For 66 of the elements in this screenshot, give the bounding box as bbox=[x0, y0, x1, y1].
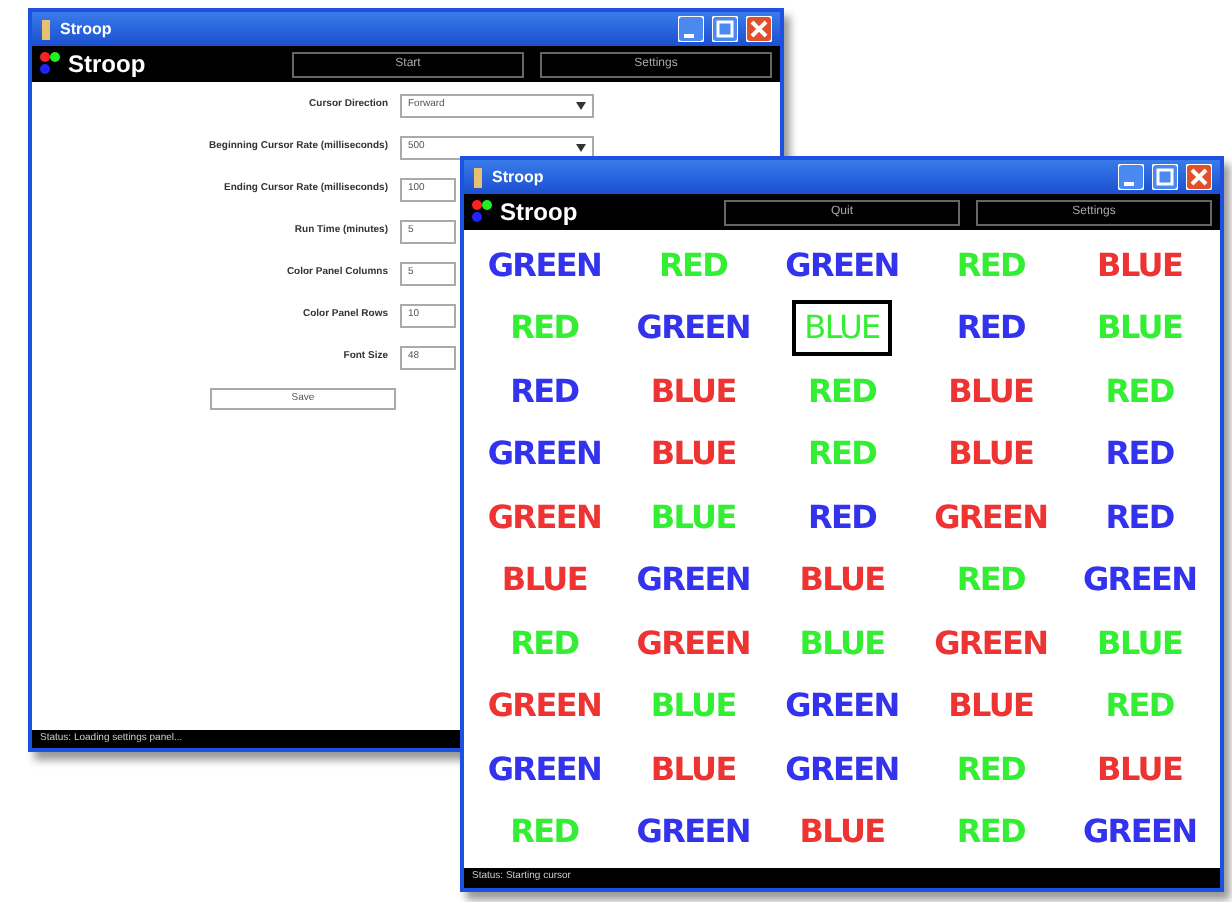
color-word: BLUE bbox=[1095, 747, 1185, 792]
logo-text: Stroop bbox=[500, 196, 578, 230]
color-word: RED bbox=[1103, 432, 1176, 477]
color-word: BLUE bbox=[797, 621, 887, 666]
color-word: RED bbox=[1103, 495, 1176, 540]
color-word: BLUE bbox=[648, 684, 738, 729]
color-word: RED bbox=[508, 369, 581, 414]
color-word: RED bbox=[508, 621, 581, 666]
color-word: RED bbox=[954, 306, 1027, 351]
color-word: GREEN bbox=[485, 747, 604, 792]
color-word: RED bbox=[954, 243, 1027, 288]
maximize-icon[interactable] bbox=[1152, 164, 1178, 190]
color-word: RED bbox=[805, 369, 879, 414]
color-word: BLUE bbox=[499, 558, 589, 603]
color-word: BLUE bbox=[648, 432, 738, 477]
color-word: RED bbox=[805, 495, 879, 540]
color-word: BLUE bbox=[797, 810, 887, 855]
color-word: GREEN bbox=[634, 558, 752, 603]
window-title: Stroop bbox=[492, 165, 546, 189]
app-icon bbox=[40, 19, 52, 39]
logo-text: Stroop bbox=[68, 48, 146, 82]
color-word: GREEN bbox=[783, 243, 901, 288]
close-icon[interactable] bbox=[746, 16, 772, 42]
maximize-icon[interactable] bbox=[712, 16, 738, 42]
color-word: RED bbox=[805, 432, 879, 477]
color-word: BLUE bbox=[648, 369, 738, 414]
color-word: GREEN bbox=[634, 306, 752, 351]
logo-icon bbox=[40, 52, 60, 76]
color-word: RED bbox=[954, 810, 1027, 855]
color-word: GREEN bbox=[634, 621, 752, 666]
app-icon bbox=[472, 167, 484, 187]
minimize-icon[interactable] bbox=[678, 16, 704, 42]
color-word: RED bbox=[954, 558, 1027, 603]
dropdown-arrow-icon bbox=[576, 144, 586, 152]
color-word: BLUE bbox=[946, 684, 1036, 729]
color-word: RED bbox=[954, 747, 1027, 792]
color-word: RED bbox=[508, 810, 581, 855]
dropdown-arrow-icon bbox=[576, 102, 586, 110]
color-word: GREEN bbox=[783, 747, 901, 792]
color-word: GREEN bbox=[932, 495, 1050, 540]
logo-icon bbox=[472, 200, 492, 224]
color-word: BLUE bbox=[1095, 621, 1185, 666]
color-word: RED bbox=[508, 306, 581, 351]
minimize-icon[interactable] bbox=[1118, 164, 1144, 190]
color-word: GREEN bbox=[485, 495, 604, 540]
color-word: BLUE bbox=[1095, 306, 1185, 351]
color-word: RED bbox=[1103, 369, 1176, 414]
color-word: BLUE bbox=[946, 432, 1036, 477]
color-word: GREEN bbox=[485, 432, 604, 477]
close-icon[interactable] bbox=[1186, 164, 1212, 190]
color-word: BLUE bbox=[648, 495, 738, 540]
color-word: GREEN bbox=[634, 810, 752, 855]
color-word: BLUE bbox=[648, 747, 738, 792]
color-word: GREEN bbox=[1080, 558, 1199, 603]
color-word: RED bbox=[1103, 684, 1176, 729]
color-word: GREEN bbox=[1080, 810, 1199, 855]
color-word: BLUE bbox=[792, 300, 892, 357]
color-word: GREEN bbox=[485, 243, 604, 288]
color-word: GREEN bbox=[783, 684, 901, 729]
color-word: BLUE bbox=[797, 558, 887, 603]
color-word: BLUE bbox=[946, 369, 1036, 414]
color-word: RED bbox=[657, 243, 730, 288]
color-word: GREEN bbox=[932, 621, 1050, 666]
color-word: BLUE bbox=[1095, 243, 1185, 288]
color-word: GREEN bbox=[485, 684, 604, 729]
window-title: Stroop bbox=[60, 17, 114, 41]
